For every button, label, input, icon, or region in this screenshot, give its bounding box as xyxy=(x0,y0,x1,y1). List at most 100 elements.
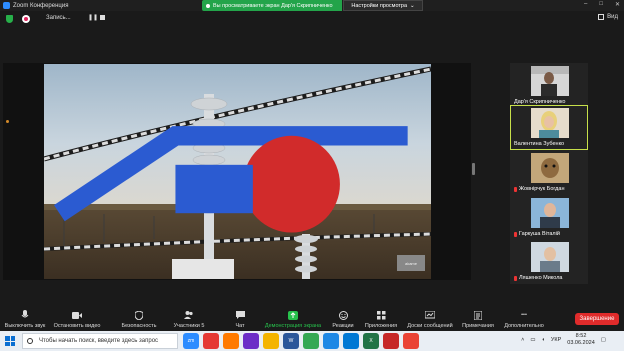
app-icon[interactable] xyxy=(243,333,259,349)
record-icon xyxy=(22,15,30,23)
participant-video xyxy=(531,242,569,272)
language-indicator[interactable]: УКР xyxy=(551,337,561,343)
system-tray: ˄ ▭ ◖ УКР 8:52 03.06.2024 ▢ xyxy=(521,333,606,347)
participant-name: Жовнірчук Богдан xyxy=(514,186,564,192)
participant-name-text: Ляшенко Микола xyxy=(519,275,563,281)
apps-grid-icon xyxy=(376,310,386,320)
share-screen-button[interactable]: Демонстрация экрана xyxy=(262,305,324,331)
akame-badge: akame xyxy=(397,255,425,271)
zoom-logo-icon xyxy=(3,2,10,9)
reactions-button[interactable]: Реакции xyxy=(330,305,356,331)
whiteboard-button[interactable]: Доски сообщений xyxy=(404,305,456,331)
shield-icon xyxy=(134,310,144,320)
end-meeting-label: Завершение xyxy=(579,316,615,322)
app-icon[interactable] xyxy=(323,333,339,349)
clock[interactable]: 8:52 03.06.2024 xyxy=(567,333,595,347)
participants-label-text: Участники xyxy=(173,323,200,329)
telegram-icon[interactable] xyxy=(343,333,359,349)
participant-tile[interactable]: Гаркуша Віталій xyxy=(510,195,588,240)
end-meeting-button[interactable]: Завершение xyxy=(575,313,619,325)
chat-icon xyxy=(235,310,245,320)
splitter-handle[interactable] xyxy=(472,163,475,175)
shield-icon[interactable] xyxy=(6,15,13,23)
notes-button[interactable]: Примечания xyxy=(460,305,496,331)
windows-taskbar: Чтобы начать поиск, введите здесь запрос… xyxy=(0,331,624,351)
view-options-label: Настройки просмотра xyxy=(351,2,408,9)
pause-icon[interactable]: ❚❚ xyxy=(88,14,98,21)
participant-name-text: Жовнірчук Богдан xyxy=(519,186,565,192)
clock-time: 8:52 xyxy=(575,333,587,339)
participant-name: Ляшенко Микола xyxy=(514,275,562,281)
more-label: Дополнительно xyxy=(504,323,544,329)
notes-label: Примечания xyxy=(462,323,494,329)
taskbar-search-input[interactable]: Чтобы начать поиск, введите здесь запрос xyxy=(22,333,178,349)
participant-video xyxy=(531,153,569,183)
notes-icon xyxy=(473,310,483,320)
camera-icon xyxy=(72,310,82,320)
zoom-app-icon[interactable]: zm xyxy=(183,333,199,349)
participants-label: Участники 5 xyxy=(174,323,205,329)
minimize-icon[interactable]: – xyxy=(584,1,587,8)
chevron-down-icon: ⌄ xyxy=(410,2,415,9)
channel-logo-icon xyxy=(53,126,408,233)
microphone-icon xyxy=(20,310,30,320)
maximize-icon[interactable]: □ xyxy=(599,1,603,8)
apps-label: Приложения xyxy=(364,323,398,329)
mute-button[interactable]: Выключить звук xyxy=(4,305,46,331)
reactions-label: Реакции xyxy=(332,323,354,329)
volume-icon[interactable]: ◖ xyxy=(542,337,545,343)
participant-tile[interactable]: Дар'я Скрипниченко xyxy=(510,63,588,108)
whiteboard-icon xyxy=(425,310,435,320)
more-button[interactable]: ••• Дополнительно xyxy=(502,305,546,331)
apps-button[interactable]: Приложения xyxy=(362,305,400,331)
participants-button[interactable]: Участники 5 xyxy=(172,305,206,331)
grid-icon xyxy=(598,14,605,20)
stop-icon[interactable] xyxy=(100,15,105,20)
network-icon[interactable]: ▭ xyxy=(530,337,535,343)
security-label: Безопасность xyxy=(121,323,157,329)
taskbar-search-placeholder: Чтобы начать поиск, введите здесь запрос xyxy=(39,338,159,344)
indicator-dot xyxy=(6,120,9,123)
participant-tile[interactable]: Ляшенко Микола xyxy=(510,239,588,284)
share-banner-text: Вы просматриваете экран Дар'я Скрипничен… xyxy=(213,2,333,9)
window-controls: – □ ✕ xyxy=(584,1,620,8)
folder-icon[interactable] xyxy=(263,333,279,349)
more-dots-icon: ••• xyxy=(521,312,527,318)
participant-tile[interactable]: Валентина Зубенко xyxy=(510,105,588,150)
participant-video xyxy=(531,108,569,138)
app-icon[interactable] xyxy=(383,333,399,349)
app-icon[interactable] xyxy=(403,333,419,349)
mute-label: Выключить звук xyxy=(4,323,46,329)
windows-start-icon[interactable] xyxy=(5,336,15,346)
participant-name-text: Валентина Зубенко xyxy=(514,141,565,147)
security-button[interactable]: Безопасность xyxy=(118,305,160,331)
word-icon[interactable]: W xyxy=(283,333,299,349)
participant-name: Валентина Зубенко xyxy=(514,141,564,147)
chat-label: Чат xyxy=(235,323,245,329)
people-icon xyxy=(184,310,194,320)
app-icon[interactable] xyxy=(203,333,219,349)
share-screen-label: Демонстрация экрана xyxy=(264,323,322,329)
shared-screen-content: akame xyxy=(44,64,431,279)
participant-name: Гаркуша Віталій xyxy=(514,231,560,237)
akame-label: akame xyxy=(404,260,417,266)
participant-video xyxy=(531,198,569,228)
window-title: Zoom Конференция xyxy=(13,2,69,9)
notifications-icon[interactable]: ▢ xyxy=(601,337,606,343)
video-button[interactable]: Остановить видео xyxy=(52,305,102,331)
close-icon[interactable]: ✕ xyxy=(615,1,620,8)
clock-date: 03.06.2024 xyxy=(567,340,595,346)
meeting-toolbar: Выключить звук Остановить видео Безопасн… xyxy=(0,305,624,331)
participant-tile[interactable]: Жовнірчук Богдан xyxy=(510,150,588,195)
view-options-button[interactable]: Настройки просмотра ⌄ xyxy=(343,0,423,11)
whiteboard-label: Доски сообщений xyxy=(407,323,453,329)
view-button[interactable]: Вид xyxy=(598,14,618,20)
sharing-dot-icon xyxy=(206,3,210,8)
chrome-icon[interactable] xyxy=(303,333,319,349)
excel-icon[interactable]: X xyxy=(363,333,379,349)
app-icon[interactable] xyxy=(223,333,239,349)
chevron-up-icon[interactable]: ˄ xyxy=(521,337,524,343)
taskbar-apps: zm W X xyxy=(183,333,419,349)
chat-button[interactable]: Чат xyxy=(228,305,252,331)
mic-muted-icon xyxy=(514,231,517,237)
